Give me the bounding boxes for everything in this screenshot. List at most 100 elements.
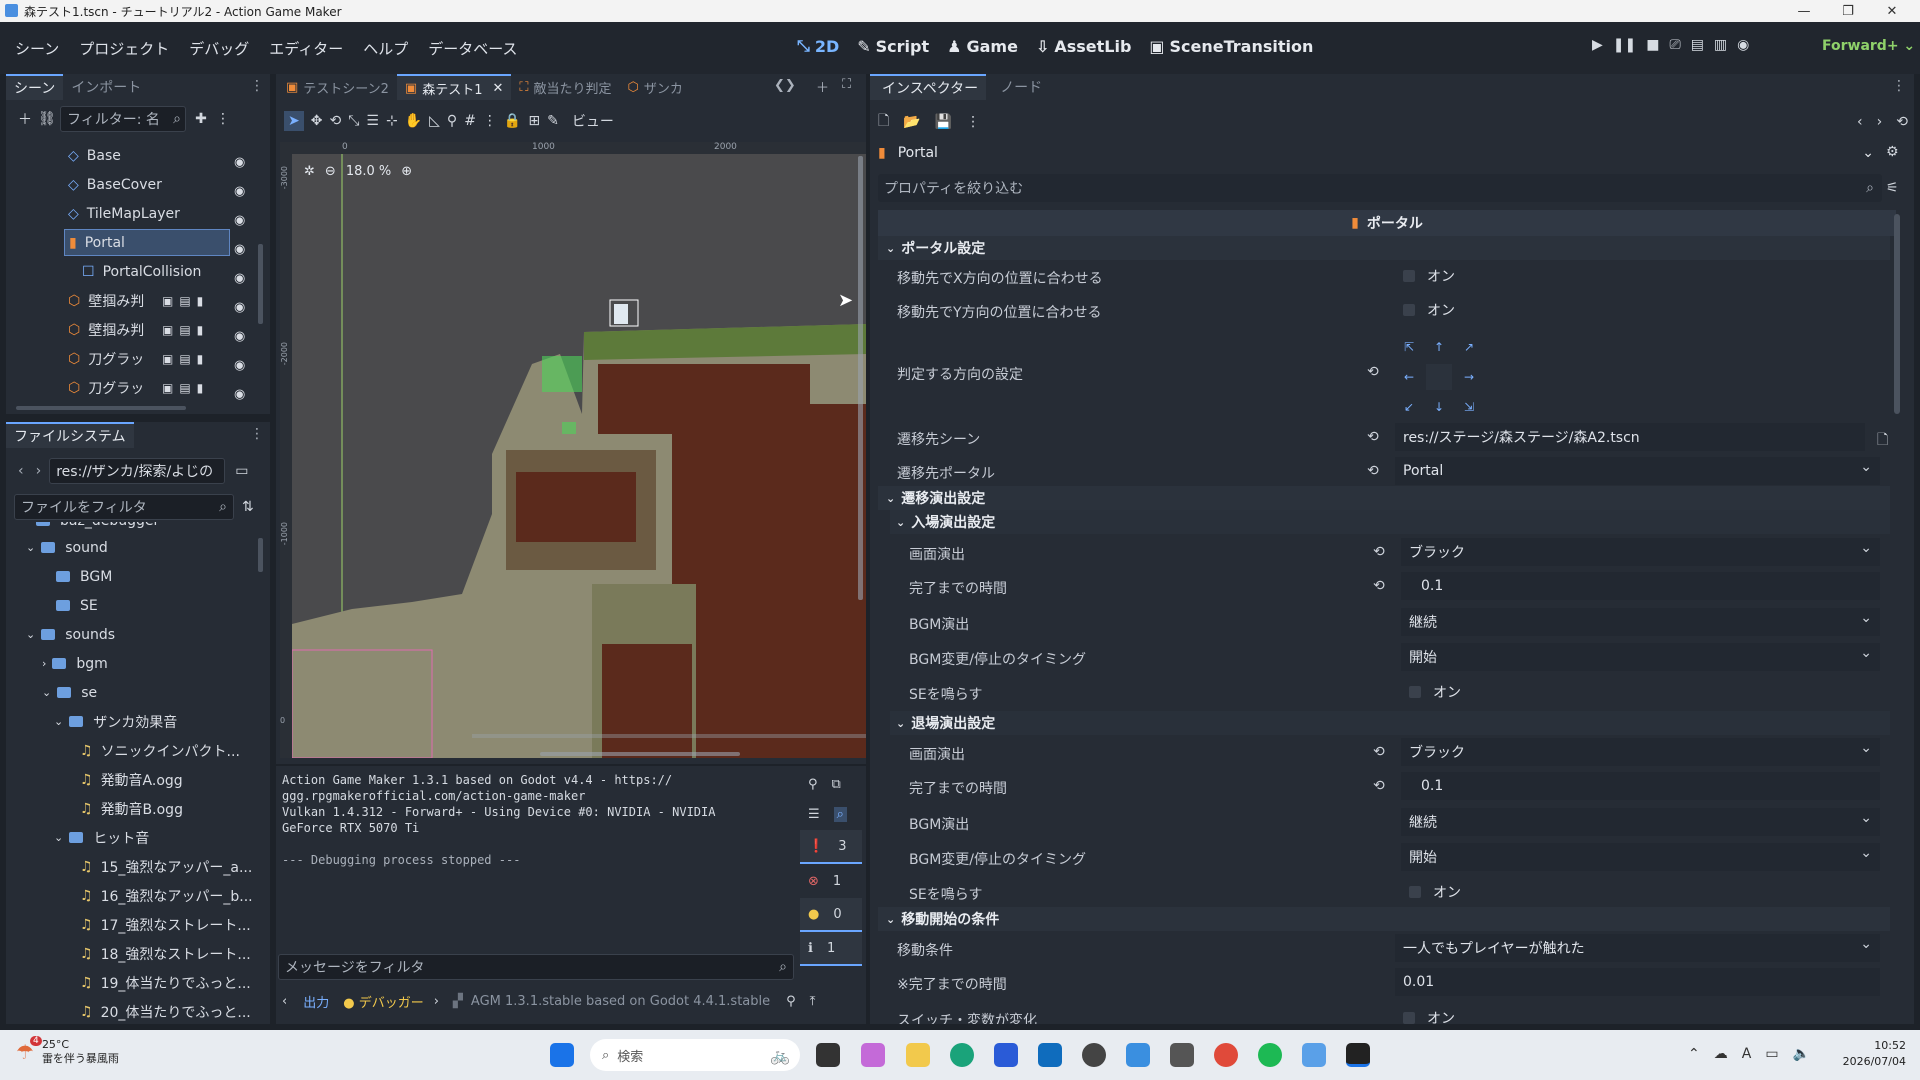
eye-icon[interactable]: ◉ <box>234 380 245 409</box>
bone-icon[interactable]: ✎ <box>547 113 559 129</box>
exit-time-field[interactable]: 0.1 <box>1401 772 1880 800</box>
canvas-viewport[interactable]: 0 1000 2000 -3000 -2000 -1000 0 ✲ ⊖ 18.0… <box>280 142 866 758</box>
copy-icon[interactable]: ⧉ <box>832 777 841 792</box>
enter-bgm-dropdown[interactable]: 継続 <box>1401 608 1880 636</box>
menu-scene[interactable]: シーン <box>15 38 59 59</box>
clock[interactable]: 10:52 2026/07/04 <box>1836 1038 1906 1070</box>
workspace-assetlib[interactable]: ⇩ AssetLib <box>1036 36 1131 56</box>
app-icon[interactable] <box>1302 1043 1326 1067</box>
sort-icon[interactable]: ⇅ <box>242 499 254 515</box>
copilot-icon[interactable] <box>861 1043 885 1067</box>
stop-icon[interactable]: ■ <box>1646 37 1659 53</box>
file-row[interactable]: ♫ 17_強烈なストレート... <box>80 910 251 939</box>
scene-hscrollbar[interactable] <box>16 406 186 410</box>
maximize-button[interactable]: ❐ <box>1826 0 1870 22</box>
start-icon[interactable] <box>550 1043 574 1067</box>
resource-menu-icon[interactable]: ⋮ <box>966 114 980 130</box>
folder-row[interactable]: ⌄ ザンカ効果音 <box>54 707 177 736</box>
section-exit[interactable]: ⌄ 退場演出設定 <box>890 711 1890 735</box>
section-enter[interactable]: ⌄ 入場演出設定 <box>890 510 1890 534</box>
enter-bgm-timing-dropdown[interactable]: 開始 <box>1401 643 1880 671</box>
tree-node-basecover[interactable]: ◇ BaseCover <box>68 171 162 198</box>
save-resource-icon[interactable]: 💾 <box>935 114 952 130</box>
reset-icon[interactable]: ⟲ <box>1367 463 1379 479</box>
chevron-left-icon[interactable]: ‹ <box>282 994 287 1009</box>
tab-inspector[interactable]: インスペクター <box>870 74 987 100</box>
scene-scrollbar[interactable] <box>258 244 263 324</box>
menu-database[interactable]: データベース <box>428 38 517 59</box>
scene-menu-icon[interactable]: ⋮ <box>212 108 234 130</box>
folder-row[interactable]: ⌄ sound <box>26 533 108 562</box>
outlook-icon[interactable] <box>1038 1043 1062 1067</box>
taskbar-search[interactable]: ⌕ 検索 🚲 <box>590 1039 800 1071</box>
folder-row[interactable]: ⌄ se <box>42 678 97 707</box>
move-tool-icon[interactable]: ✥ <box>311 113 323 129</box>
tree-node-sword-2[interactable]: ⬡ 刀グラッ <box>68 374 144 401</box>
filesystem-scrollbar[interactable] <box>258 538 263 572</box>
play-icon[interactable]: ▶ <box>1592 37 1603 53</box>
scene-filter-input[interactable]: フィルター: 名 ⌕ <box>60 106 186 132</box>
add-tab-icon[interactable]: ＋ <box>816 77 829 96</box>
pan-tool-icon[interactable]: ✋ <box>405 113 422 129</box>
history-icon[interactable]: ⟲ <box>1896 114 1908 130</box>
reset-icon[interactable]: ⟲ <box>1373 544 1385 560</box>
folder-row[interactable]: ⌄ sounds <box>26 620 115 649</box>
file-row[interactable]: ♫ 20_体当たりでふっと... <box>80 997 251 1022</box>
info-count[interactable]: ℹ1 <box>800 932 862 966</box>
search-icon[interactable]: ⌕ <box>833 806 847 822</box>
select-tool-icon[interactable]: ➤ <box>284 111 304 131</box>
tab-scene[interactable]: シーン <box>6 74 64 100</box>
menu-project[interactable]: プロジェクト <box>79 38 169 59</box>
collapse-icon[interactable]: ☰ <box>808 807 820 822</box>
eye-icon[interactable]: ◉ <box>234 351 245 380</box>
renderer-selector[interactable]: Forward+ ⌄ <box>1822 38 1915 54</box>
tree-node-wallgrab-1[interactable]: ⬡ 壁掴み判 <box>68 287 144 314</box>
minimize-button[interactable]: — <box>1782 0 1826 22</box>
forward-icon[interactable]: › <box>36 463 42 479</box>
move-cond-dropdown[interactable]: 一人でもプレイヤーが触れた <box>1395 934 1880 962</box>
eye-icon[interactable]: ◉ <box>234 264 245 293</box>
dock-menu-icon[interactable]: ⋮ <box>1892 78 1906 94</box>
eye-icon[interactable]: ◉ <box>234 293 245 322</box>
tab-arrows[interactable]: ❮❯ <box>774 78 796 93</box>
tree-node-portal[interactable]: ▮ Portal <box>64 229 230 256</box>
tab-debugger[interactable]: ● デバッガー <box>343 992 424 1011</box>
tree-node-wallgrab-2[interactable]: ⬡ 壁掴み判 <box>68 316 144 343</box>
dock-menu-icon[interactable]: ⋮ <box>250 426 264 442</box>
file-browse-icon[interactable]: 🗋 <box>1877 429 1888 453</box>
play-custom-scene-icon[interactable]: ▥ <box>1714 37 1727 53</box>
folder-row[interactable]: BGM <box>56 562 112 591</box>
file-row[interactable]: ♫ 発動音A.ogg <box>80 765 183 794</box>
snap-options-icon[interactable]: ⋮ <box>483 113 497 129</box>
exit-bgm-dropdown[interactable]: 継続 <box>1401 808 1880 836</box>
dest-portal-dropdown[interactable]: Portal <box>1395 457 1880 485</box>
arrow-down-right-icon[interactable]: ⇲ <box>1464 400 1474 414</box>
folder-row[interactable]: SE <box>56 591 98 620</box>
link-icon[interactable]: ⛓ <box>36 108 58 130</box>
reset-icon[interactable]: ⟲ <box>1373 578 1385 594</box>
edge-icon[interactable] <box>950 1043 974 1067</box>
menu-debug[interactable]: デバッグ <box>189 38 249 59</box>
exit-screen-dropdown[interactable]: ブラック <box>1401 738 1880 766</box>
play-scene-icon[interactable]: ▤ <box>1691 37 1704 53</box>
add-node-icon[interactable]: ＋ <box>14 108 36 130</box>
enter-time-field[interactable]: 0.1 <box>1401 572 1880 600</box>
file-row[interactable]: ♫ 発動音B.ogg <box>80 794 183 823</box>
lock-icon[interactable]: 🔒 <box>504 113 521 129</box>
reset-icon[interactable]: ⟲ <box>1367 364 1379 380</box>
tab-forest-test-1[interactable]: ▣ 森テスト1 ✕ <box>396 74 512 100</box>
chrome-icon[interactable] <box>1214 1043 1238 1067</box>
enter-se-checkbox[interactable]: オン <box>1401 678 1880 706</box>
tab-output[interactable]: 出力 <box>303 992 329 1011</box>
object-tools-icon[interactable]: ⚙ <box>1886 144 1899 160</box>
workspace-script[interactable]: ✎ Script <box>857 36 929 56</box>
workspace-2d[interactable]: ⤡ 2D <box>797 36 839 56</box>
arrow-down-left-icon[interactable]: ↙ <box>1404 400 1414 414</box>
ime-icon[interactable]: A <box>1742 1046 1752 1062</box>
message-filter-input[interactable]: メッセージをフィルタ ⌕ <box>278 954 794 980</box>
spotify-icon[interactable] <box>1258 1043 1282 1067</box>
new-resource-icon[interactable]: 🗋 <box>878 110 889 134</box>
selectable-nodes-icon[interactable]: ☰ <box>366 113 379 129</box>
history-forward-icon[interactable]: › <box>1877 114 1883 130</box>
match-x-checkbox[interactable]: オン <box>1395 262 1880 290</box>
